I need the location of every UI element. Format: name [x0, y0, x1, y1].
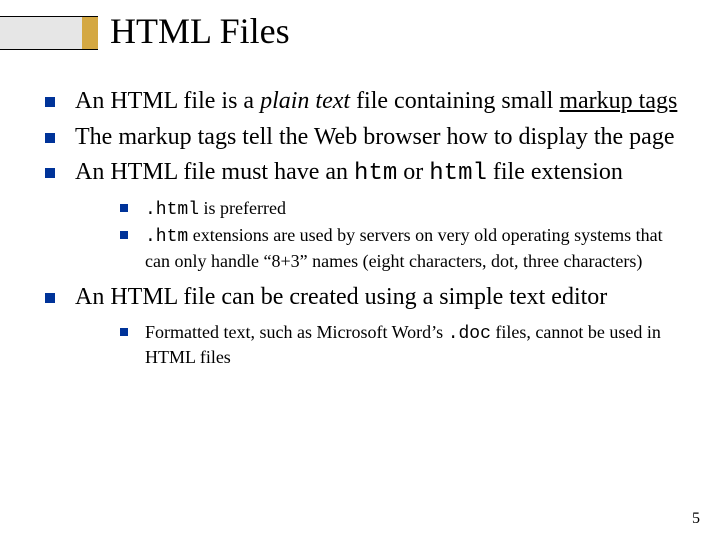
- text: or: [397, 159, 429, 185]
- code-html: html: [429, 160, 487, 187]
- bullet-4: An HTML file can be created using a simp…: [35, 281, 685, 369]
- emphasis-plain-text: plain text: [260, 88, 350, 114]
- text: An HTML file can be created using a simp…: [75, 284, 607, 310]
- page-number: 5: [692, 510, 700, 528]
- text: is preferred: [199, 198, 286, 218]
- text: file extension: [487, 159, 623, 185]
- sub-bullet-4-1: Formatted text, such as Microsoft Word’s…: [75, 321, 685, 370]
- code-dot-htm: .htm: [145, 227, 188, 247]
- bullet-2: The markup tags tell the Web browser how…: [35, 121, 685, 155]
- bullet-3: An HTML file must have an htm or html fi…: [35, 156, 685, 273]
- sub-bullet-3-1: .html is preferred: [75, 197, 685, 222]
- title-bar-decoration: [0, 16, 82, 50]
- code-htm: htm: [354, 160, 397, 187]
- underline-markup-tags: markup tags: [559, 88, 677, 114]
- sub-bullet-3-2: .htm extensions are used by servers on v…: [75, 224, 685, 273]
- text: Formatted text, such as Microsoft Word’s: [145, 322, 448, 342]
- code-dot-html: .html: [145, 200, 199, 220]
- bullet-1: An HTML file is a plain text file contai…: [35, 85, 685, 119]
- slide-title: HTML Files: [110, 10, 290, 52]
- slide-body: An HTML file is a plain text file contai…: [35, 85, 685, 377]
- text: An HTML file is a: [75, 88, 260, 114]
- text: file containing small: [350, 88, 559, 114]
- text: extensions are used by servers on very o…: [145, 225, 663, 270]
- text: The markup tags tell the Web browser how…: [75, 124, 674, 150]
- text: An HTML file must have an: [75, 159, 354, 185]
- title-accent-decoration: [82, 16, 98, 50]
- code-dot-doc: .doc: [448, 324, 491, 344]
